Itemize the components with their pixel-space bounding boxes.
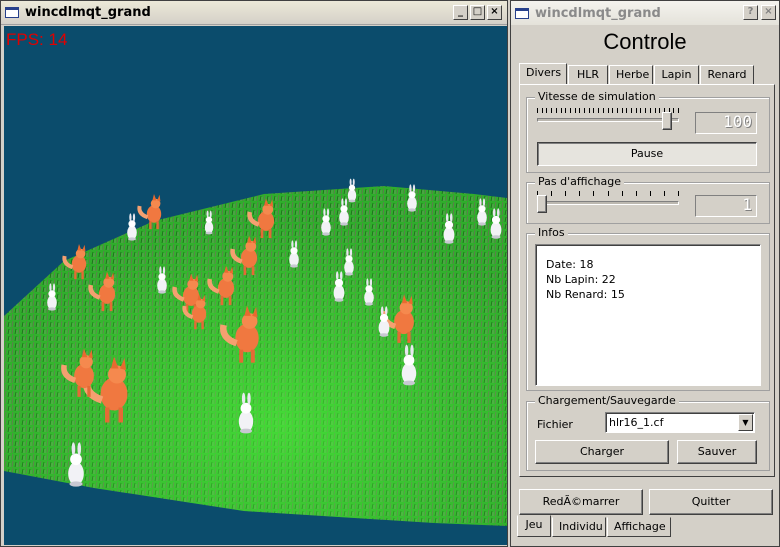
window-icon [5,7,19,18]
quitter-button[interactable]: Quitter [649,489,773,515]
window-icon [515,7,529,19]
slider-tick [575,108,576,113]
sauver-button[interactable]: Sauver [677,440,757,464]
slider-tick [673,108,674,113]
simulation-titlebar[interactable]: wincdlmqt_grand [1,1,507,25]
fox-figure [137,194,162,230]
slider-tick [593,108,594,113]
slider-tick [622,108,623,113]
simulation-window-title: wincdlmqt_grand [25,5,151,20]
slider-tick [565,191,566,196]
slider-tick [593,191,594,196]
pause-button[interactable]: Pause [537,142,757,166]
control-window: wincdlmqt_grand ? × Controle Divers HLR … [510,0,780,547]
chargement-legend: Chargement/Sauvegarde [535,394,679,407]
slider-tick [589,108,590,113]
tab-individu[interactable]: Individu [552,517,606,537]
slider-tick [626,108,627,113]
slider-tick [608,191,609,196]
slider-tick [546,108,547,113]
fichier-select[interactable]: hlr16_1.cf ▼ [605,412,755,433]
simulation-viewport[interactable]: FPS: 14 [4,26,507,545]
close-button[interactable]: × [487,5,502,20]
vitesse-lcd: 100 [695,112,757,134]
slider-tick [659,108,660,113]
slider-tick [579,191,580,196]
info-nb-renard: Nb Renard: 15 [546,288,625,301]
slider-tick [551,108,552,113]
tab-divers[interactable]: Divers [519,63,567,85]
maximize-button[interactable]: □ [470,5,485,20]
slider-tick [664,191,665,196]
slider-tick [556,108,557,113]
slider-tick [551,191,552,196]
slider-tick [603,108,604,113]
chevron-down-icon[interactable]: ▼ [738,414,753,431]
pas-ticks [537,191,679,196]
vitesse-legend: Vitesse de simulation [535,90,659,103]
slider-tick [636,108,637,113]
slider-tick [612,108,613,113]
fps-counter: FPS: 14 [6,30,68,49]
divers-panel: Vitesse de simulation 100 Pause Pas d'af… [519,84,775,477]
slider-tick [561,108,562,113]
pas-lcd: 1 [695,195,757,217]
slider-tick [655,108,656,113]
simulation-window: wincdlmqt_grand _ □ × FPS: 14 [0,0,508,547]
tab-lapin[interactable]: Lapin [654,65,699,85]
vitesse-slider-track[interactable] [537,118,679,122]
slider-tick [645,108,646,113]
slider-tick [640,108,641,113]
slider-tick [617,108,618,113]
minimize-button[interactable]: _ [453,5,468,20]
close-button[interactable]: × [761,5,776,20]
slider-tick [598,108,599,113]
slider-tick [631,108,632,113]
pas-slider-track[interactable] [537,201,679,205]
slider-tick [650,108,651,113]
charger-button[interactable]: Charger [535,440,669,464]
redemarrer-button[interactable]: RedÃ©marrer [519,489,643,515]
slider-tick [570,108,571,113]
vitesse-group: Vitesse de simulation 100 Pause [526,90,770,173]
bottom-tabbar: Jeu Individu Affichage [517,515,672,537]
slider-tick [542,108,543,113]
slider-tick [565,108,566,113]
tab-jeu[interactable]: Jeu [517,515,551,537]
tab-herbe[interactable]: Herbe [609,65,653,85]
slider-tick [579,108,580,113]
pas-legend: Pas d'affichage [535,175,624,188]
slider-tick [636,191,637,196]
vitesse-ticks [537,108,679,113]
fichier-value: hlr16_1.cf [609,416,664,429]
control-heading: Controle [603,29,687,54]
top-tabbar: Divers HLR Herbe Lapin Renard [519,63,755,85]
info-nb-lapin: Nb Lapin: 22 [546,273,616,286]
slider-tick [584,108,585,113]
help-button[interactable]: ? [743,5,758,20]
pas-slider-handle[interactable] [537,195,547,213]
infos-legend: Infos [535,226,568,239]
infos-textbox[interactable]: Date: 18 Nb Lapin: 22 Nb Renard: 15 [535,244,761,386]
slider-tick [678,108,679,113]
slider-tick [622,191,623,196]
slider-tick [678,191,679,196]
slider-tick [608,108,609,113]
infos-group: Infos Date: 18 Nb Lapin: 22 Nb Renard: 1… [526,226,770,391]
tab-renard[interactable]: Renard [700,65,754,85]
pas-group: Pas d'affichage 1 [526,175,770,224]
terrain-scene [4,178,507,526]
fichier-label: Fichier [537,418,573,431]
vitesse-slider-handle[interactable] [662,112,672,130]
rabbit-figure [127,213,137,241]
slider-tick [650,191,651,196]
control-titlebar[interactable]: wincdlmqt_grand [511,1,779,25]
chargement-group: Chargement/Sauvegarde Fichier hlr16_1.cf… [526,394,770,471]
slider-tick [537,108,538,113]
tab-affichage[interactable]: Affichage [607,517,671,537]
tab-hlr[interactable]: HLR [568,65,608,85]
control-window-title: wincdlmqt_grand [535,5,661,21]
info-date: Date: 18 [546,258,594,271]
